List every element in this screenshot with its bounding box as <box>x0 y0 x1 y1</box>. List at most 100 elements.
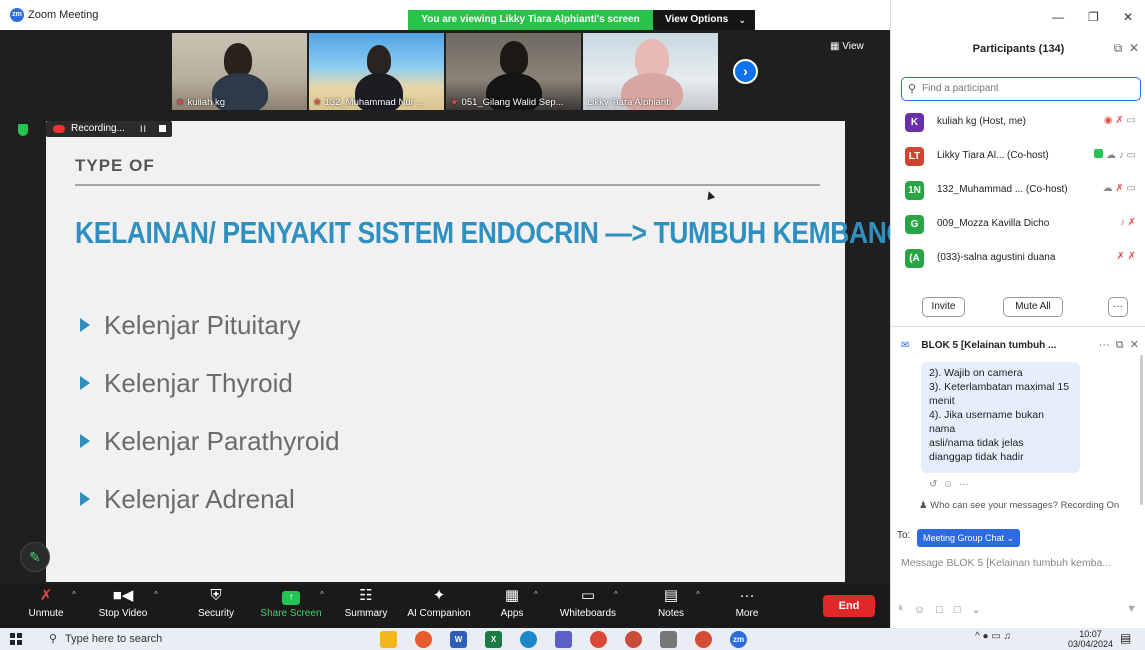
view-button[interactable]: ▦ View <box>830 41 864 52</box>
chat-privacy-notice[interactable]: ♟ Who can see your messages? Recording O… <box>919 500 1119 511</box>
popout-icon[interactable]: ⧉ <box>1116 339 1124 351</box>
next-page-button[interactable]: › <box>733 59 758 84</box>
teams-icon[interactable] <box>555 631 572 648</box>
close-icon[interactable]: ✕ <box>1130 339 1139 351</box>
chevron-up-icon[interactable]: ^ <box>614 590 618 599</box>
mic-muted-icon: ✗ <box>1116 251 1125 262</box>
pause-recording-icon[interactable]: II <box>140 121 147 137</box>
video-tile[interactable]: ★ 051_Gilang Walid Sep... <box>446 33 581 110</box>
invite-button[interactable]: Invite <box>922 297 965 317</box>
taskbar-search-placeholder: Type here to search <box>65 633 163 645</box>
chevron-up-icon[interactable]: ^ <box>320 590 324 599</box>
system-tray[interactable]: ^ ● ▭ ♫ <box>975 631 1011 642</box>
security-button[interactable]: ⛨ Security <box>194 584 238 628</box>
edge-icon[interactable] <box>520 631 537 648</box>
cloud-icon: ☁ <box>1105 150 1116 161</box>
chat-scrollbar[interactable] <box>1140 355 1143 505</box>
video-tile[interactable]: ★ kuliah kg <box>172 33 307 110</box>
chat-line: 2). Wajib on camera <box>929 367 1023 379</box>
taskbar-apps: W X zm <box>380 631 747 648</box>
chat-line: asli/nama tidak jelas <box>929 437 1024 449</box>
more-dots-icon[interactable]: ··· <box>1099 339 1110 351</box>
taskbar-clock[interactable]: 10:07 03/04/2024 <box>1068 629 1113 649</box>
chrome-icon[interactable] <box>625 631 642 648</box>
minimize-icon[interactable]: — <box>1052 10 1064 24</box>
close-icon[interactable]: ✕ <box>1123 10 1133 24</box>
more-dots-icon: ··· <box>739 587 755 604</box>
video-camera-icon: ■◀ <box>112 587 134 604</box>
participant-status: ✗ ✗ <box>1116 251 1136 262</box>
video-icon: ▭ <box>1126 150 1136 161</box>
chevron-up-icon[interactable]: ^ <box>154 590 158 599</box>
meeting-toolbar: ✗ Unmute ^ ■◀ Stop Video ^ ⛨ Security ↑ … <box>0 584 890 628</box>
firefox-icon[interactable] <box>415 631 432 648</box>
file-explorer-icon[interactable] <box>380 631 397 648</box>
chevron-up-icon[interactable]: ^ <box>696 590 700 599</box>
reply-icon[interactable]: ↺ <box>929 479 937 490</box>
windows-taskbar: ⚲ Type here to search W X zm ^ ● ▭ ♫ 10:… <box>0 628 1145 650</box>
search-icon: ⚲ <box>49 633 58 645</box>
participant-row[interactable]: (A (033)-salna agustini duana ✗ ✗ <box>891 246 1145 280</box>
mute-all-button[interactable]: Mute All <box>1003 297 1063 317</box>
chrome-icon[interactable] <box>695 631 712 648</box>
notes-label: Notes <box>657 608 685 619</box>
end-meeting-button[interactable]: End <box>823 595 875 617</box>
chevron-up-icon[interactable]: ^ <box>534 590 538 599</box>
video-tile[interactable]: Likky Tiara Alphianti <box>583 33 718 110</box>
security-label: Security <box>197 608 235 619</box>
mic-icon: ♪ <box>1119 217 1125 228</box>
emoji-icon[interactable]: ☺ <box>943 479 953 490</box>
taskbar-search[interactable]: ⚲ Type here to search <box>45 628 162 650</box>
restore-icon[interactable]: ❐ <box>1088 10 1099 24</box>
chrome-icon[interactable] <box>590 631 607 648</box>
participant-row[interactable]: K kuliah kg (Host, me) ◉ ✗ ▭ <box>891 110 1145 144</box>
recipient-dropdown[interactable]: Meeting Group Chat ⌄ <box>917 529 1021 547</box>
stop-video-button[interactable]: ■◀ Stop Video ^ <box>94 584 158 628</box>
format-icon[interactable]: ᵏ <box>899 604 903 616</box>
stop-recording-icon[interactable] <box>159 125 166 132</box>
participant-row[interactable]: G 009_Mozza Kavilla Dicho ♪ ✗ <box>891 212 1145 246</box>
participant-search[interactable]: ⚲ Find a participant <box>901 77 1141 101</box>
avatar: G <box>905 215 924 234</box>
settings-gear-icon[interactable] <box>660 631 677 648</box>
more-options-button[interactable]: ··· <box>1108 297 1128 317</box>
video-tile[interactable]: ★ 132_Muhammad Nur ... <box>309 33 444 110</box>
notes-icon: ▤ <box>663 587 679 604</box>
whiteboards-button[interactable]: ▭ Whiteboards ^ <box>556 584 620 628</box>
chevron-down-icon[interactable]: ⌄ <box>972 604 981 616</box>
chat-header: ✉ BLOK 5 [Kelainan tumbuh ... <box>901 340 1056 351</box>
unmute-button[interactable]: ✗ Unmute ^ <box>24 584 75 628</box>
participant-row[interactable]: LT Likky Tiara Al... (Co-host) ☁ ♪ ▭ <box>891 144 1145 178</box>
apps-label: Apps <box>500 608 524 619</box>
chevron-up-icon[interactable]: ^ <box>72 590 76 599</box>
word-icon[interactable]: W <box>450 631 467 648</box>
notes-button[interactable]: ▤ Notes ^ <box>654 584 700 628</box>
send-icon[interactable]: ▼ <box>1126 603 1137 615</box>
file-icon[interactable]: □ <box>936 604 943 616</box>
shield-icon[interactable] <box>18 124 28 136</box>
zoom-icon[interactable]: zm <box>730 631 747 648</box>
more-button[interactable]: ··· More <box>732 584 762 628</box>
ai-companion-button[interactable]: ✦ AI Companion <box>404 584 474 628</box>
chat-message-input[interactable]: Message BLOK 5 [Kelainan tumbuh kemba... <box>901 557 1111 569</box>
window-controls: — ❐ ✕ <box>1052 10 1133 24</box>
annotate-pencil-icon[interactable]: ✎ <box>20 542 50 572</box>
bullet-arrow-icon <box>80 492 90 506</box>
close-icon[interactable]: ✕ <box>1129 41 1139 55</box>
participant-row[interactable]: 1N 132_Muhammad ... (Co-host) ☁ ✗ ▭ <box>891 178 1145 212</box>
summary-button[interactable]: ☷ Summary <box>342 584 390 628</box>
notification-icon[interactable]: ▤ <box>1120 631 1131 645</box>
apps-button[interactable]: ▦ Apps ^ <box>494 584 538 628</box>
more-dots-icon[interactable]: ··· <box>959 479 969 490</box>
slide-bullet: Kelenjar Adrenal <box>80 470 340 528</box>
windows-start-icon[interactable] <box>10 633 22 645</box>
excel-icon[interactable]: X <box>485 631 502 648</box>
screenshot-icon[interactable]: □ <box>954 604 961 616</box>
mic-muted-icon: ✗ <box>1115 115 1124 126</box>
chat-input-tools: ᵏ ☺ □ □ ⌄ <box>899 603 981 616</box>
view-options-label: View Options <box>665 14 729 25</box>
emoji-icon[interactable]: ☺ <box>914 604 925 616</box>
popout-icon[interactable]: ⧉ <box>1114 41 1123 55</box>
view-options-button[interactable]: View Options ⌄ <box>653 10 755 30</box>
share-screen-button[interactable]: ↑ Share Screen ^ <box>260 584 324 628</box>
